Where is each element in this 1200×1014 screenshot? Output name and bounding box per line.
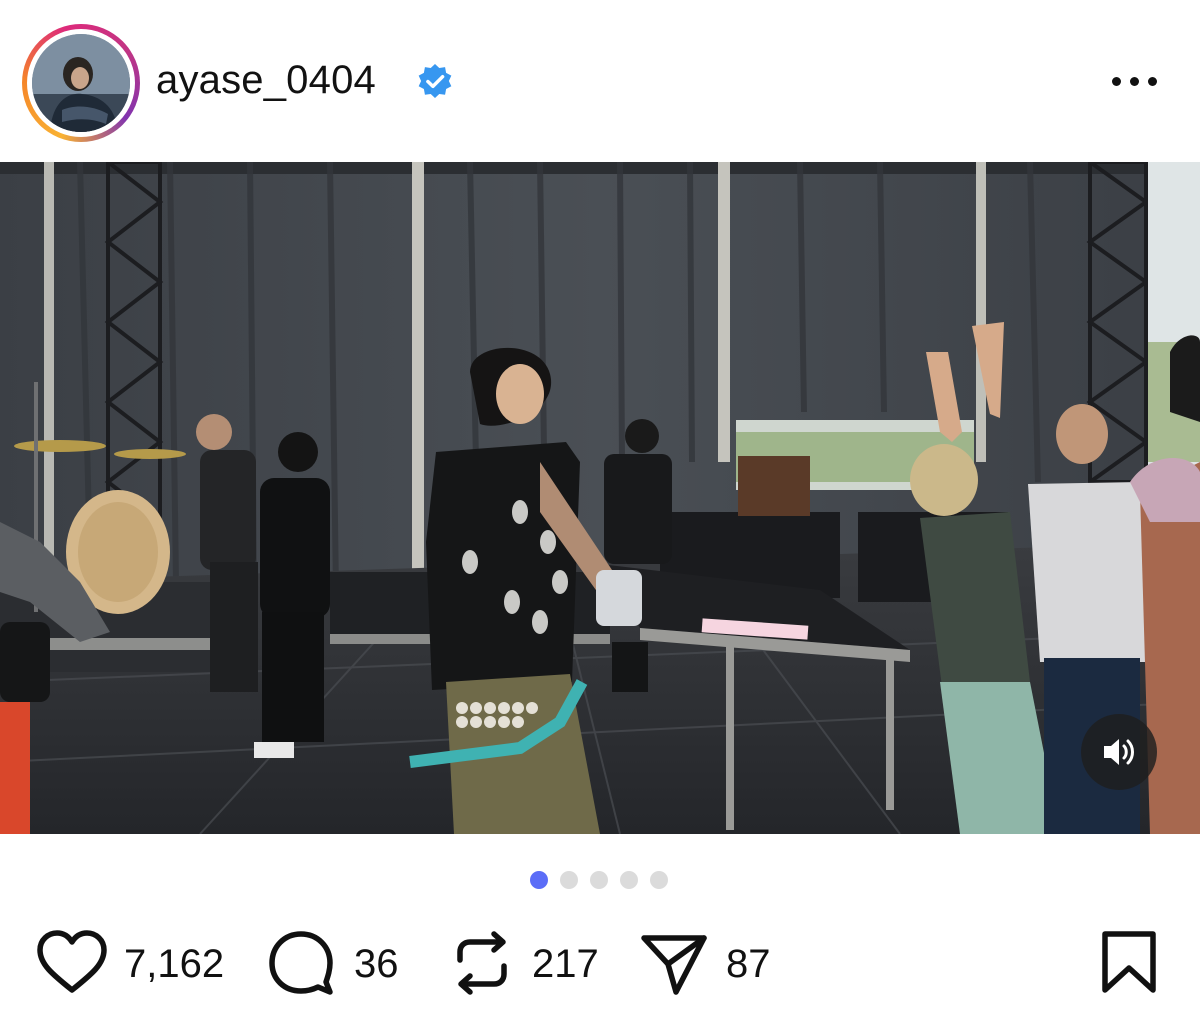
- bookmark-icon[interactable]: [1100, 930, 1158, 994]
- dot-icon: [1148, 77, 1157, 86]
- story-ring[interactable]: [22, 24, 140, 142]
- like-count: 7,162: [124, 942, 225, 986]
- carousel-dot[interactable]: [530, 871, 548, 889]
- backstage-photo: [0, 162, 1200, 834]
- comment-icon: [269, 931, 333, 995]
- heart-icon: [37, 930, 107, 993]
- repost-count: 217: [532, 942, 599, 986]
- share-count: 87: [726, 942, 771, 986]
- carousel-indicator: [530, 871, 670, 891]
- carousel-dot[interactable]: [560, 871, 578, 889]
- repost-icon: [457, 931, 507, 995]
- carousel-dot[interactable]: [650, 871, 668, 889]
- dot-icon: [1130, 77, 1139, 86]
- post-header: ayase_0404: [0, 0, 1200, 162]
- comment-count: 36: [354, 942, 399, 986]
- paper-plane-icon: [641, 935, 707, 995]
- repost-button[interactable]: 217: [450, 920, 610, 1006]
- carousel-dot[interactable]: [620, 871, 638, 889]
- avatar[interactable]: [32, 34, 130, 132]
- comment-button[interactable]: 36: [268, 920, 418, 1006]
- dot-icon: [1112, 77, 1121, 86]
- action-bar: 7,162 36 217 87: [0, 920, 1200, 1010]
- post-video[interactable]: [0, 162, 1200, 834]
- carousel-dot[interactable]: [590, 871, 608, 889]
- more-options-button[interactable]: [1108, 66, 1162, 96]
- verified-badge-icon: [418, 63, 452, 98]
- profile-photo: [32, 34, 130, 132]
- speaker-icon: [1104, 739, 1134, 765]
- like-button[interactable]: 7,162: [36, 920, 236, 1006]
- username[interactable]: ayase_0404: [156, 57, 376, 103]
- mute-toggle-button[interactable]: [1081, 714, 1157, 790]
- share-button[interactable]: 87: [640, 920, 790, 1006]
